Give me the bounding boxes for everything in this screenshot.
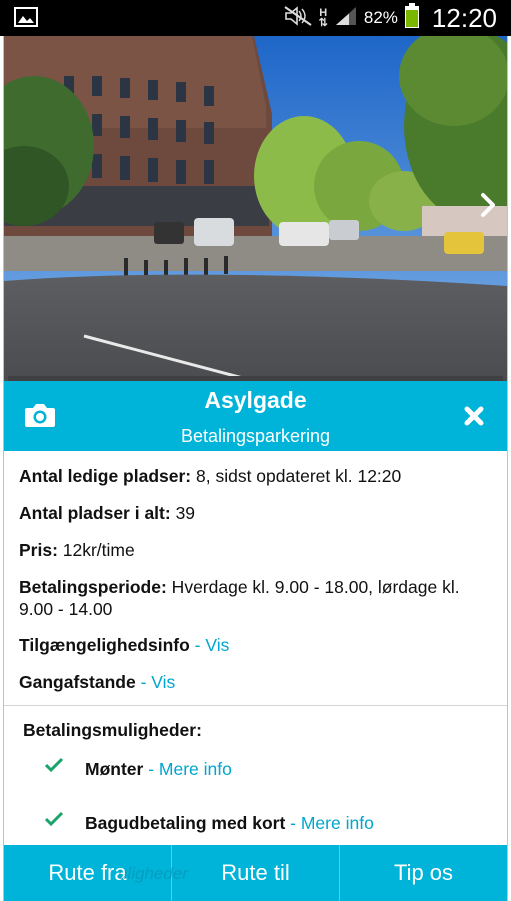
accessibility-row: Tilgængelighedsinfo - Vis	[19, 634, 489, 656]
route-to-button[interactable]: Rute til	[171, 845, 339, 901]
accessibility-label: Tilgængelighedsinfo	[19, 635, 190, 655]
payment-period-label: Betalingsperiode:	[19, 577, 167, 597]
location-header: Asylgade Betalingsparkering	[4, 381, 507, 451]
check-icon	[44, 811, 64, 832]
walking-distance-show-link[interactable]: - Vis	[136, 672, 176, 692]
available-spaces-label: Antal ledige pladser:	[19, 466, 192, 486]
walking-distance-row: Gangafstande - Vis	[19, 671, 489, 693]
bottom-action-bar: Rute fra Rute til Tip os	[4, 845, 507, 901]
parking-photo[interactable]	[4, 36, 507, 381]
available-spaces-value: 8, sidst opdateret kl. 12:20	[191, 466, 402, 486]
total-spaces-label: Antal pladser i alt:	[19, 503, 171, 523]
chevron-right-icon[interactable]	[479, 191, 497, 224]
check-icon	[44, 757, 64, 778]
location-subtitle: Betalingsparkering	[180, 426, 331, 446]
price-label: Pris:	[19, 540, 58, 560]
battery-icon	[404, 2, 420, 34]
accessibility-show-link[interactable]: - Vis	[190, 635, 230, 655]
total-spaces-row: Antal pladser i alt: 39	[19, 502, 489, 524]
clock: 12:20	[431, 2, 497, 33]
available-spaces-row: Antal ledige pladser: 8, sidst opdateret…	[19, 465, 489, 487]
network-type: H ⇅	[318, 7, 328, 29]
price-row: Pris: 12kr/time	[19, 539, 489, 561]
close-icon[interactable]	[463, 405, 485, 432]
payment-options-title: Betalingsmuligheder:	[23, 720, 202, 740]
price-value: 12kr/time	[57, 540, 135, 560]
location-title: Asylgade	[204, 387, 307, 413]
walking-distance-label: Gangafstande	[19, 672, 136, 692]
tip-us-button[interactable]: Tip os	[339, 845, 507, 901]
more-info-link[interactable]: - Mere info	[285, 813, 374, 833]
total-spaces-value: 39	[170, 503, 196, 523]
signal-icon	[334, 5, 358, 32]
divider	[4, 705, 507, 706]
gallery-icon	[14, 7, 38, 32]
battery-percent: 82%	[363, 8, 398, 27]
payment-period-row: Betalingsperiode: Hverdage kl. 9.00 - 18…	[19, 576, 489, 620]
status-bar: H ⇅ 82% 12:20	[0, 0, 511, 36]
partially-hidden-text: uligheder	[118, 864, 188, 883]
payment-option-label: Mønter	[85, 759, 144, 779]
payment-option-label: Bagudbetaling med kort	[85, 813, 286, 833]
mute-icon	[283, 5, 313, 32]
more-info-link[interactable]: - Mere info	[143, 759, 232, 779]
